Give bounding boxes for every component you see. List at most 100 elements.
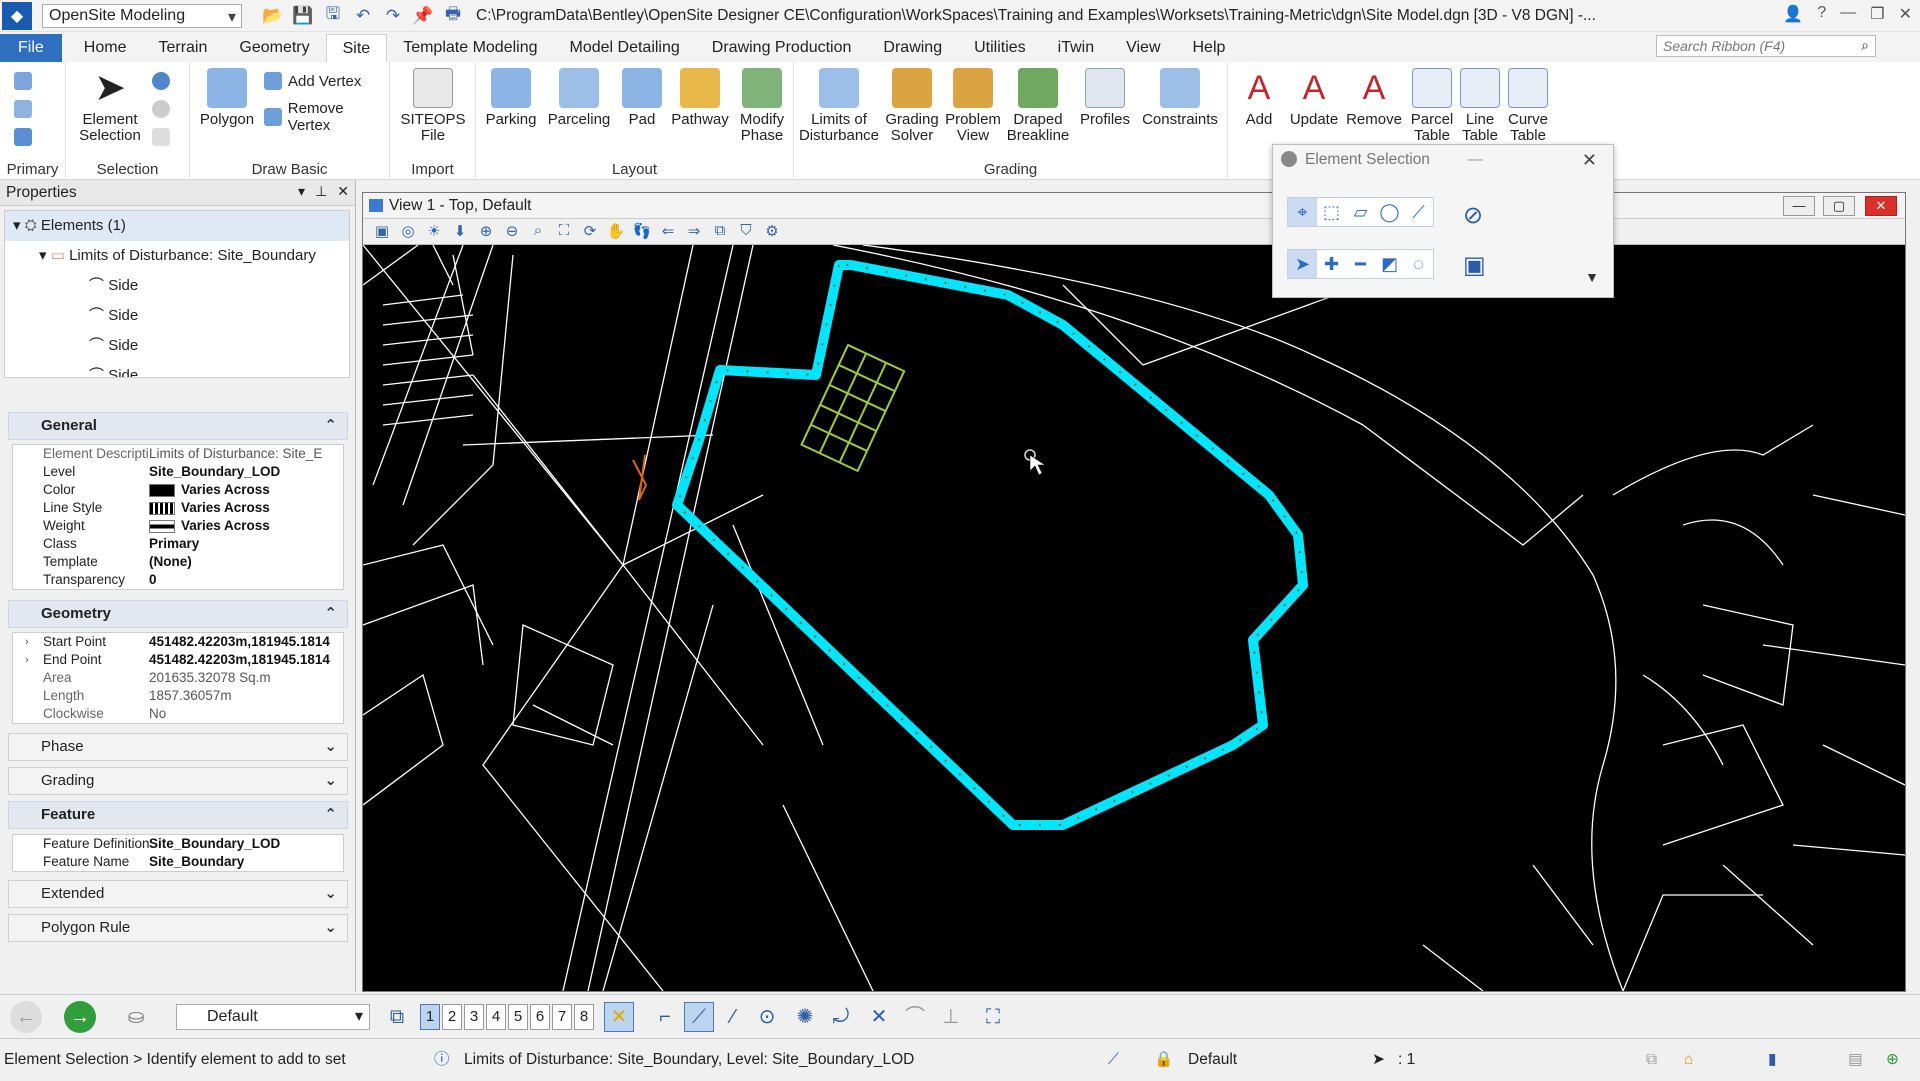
- line-table-button[interactable]: Line Table: [1458, 68, 1502, 144]
- pin-icon[interactable]: 📌: [410, 4, 436, 28]
- perpendicular-snap-icon[interactable]: ⊥: [936, 1002, 966, 1032]
- prop-row[interactable]: Weight Varies Across: [13, 517, 343, 535]
- open-icon[interactable]: 📂: [260, 4, 286, 28]
- profiles-button[interactable]: Profiles: [1074, 68, 1136, 128]
- tree-root[interactable]: ▾ ⛭ Elements (1): [5, 211, 349, 241]
- expand-icon[interactable]: ›: [25, 633, 29, 651]
- user-icon[interactable]: 👤: [1783, 4, 1803, 24]
- update-view-icon[interactable]: ⬇: [449, 222, 471, 242]
- redo-icon[interactable]: ↷: [380, 4, 406, 28]
- update-annotation-button[interactable]: A Update: [1286, 68, 1342, 128]
- prop-row[interactable]: › End Point 451482.42203m,181945.1814: [13, 651, 343, 669]
- rotate-view-icon[interactable]: ⟳: [579, 222, 601, 242]
- section-phase[interactable]: Phase ⌄: [8, 733, 348, 761]
- active-model-select[interactable]: Default: [176, 1004, 370, 1030]
- polygon-button[interactable]: Polygon: [196, 68, 258, 128]
- help-icon[interactable]: ?: [1817, 4, 1826, 24]
- tangent-point-snap-icon[interactable]: ⌒: [900, 1002, 930, 1032]
- fence-rect-icon[interactable]: [152, 128, 170, 146]
- snap-settings-icon[interactable]: ⛶: [978, 1002, 1008, 1032]
- problem-view-button[interactable]: Problem View: [944, 68, 1002, 144]
- add-annotation-button[interactable]: A Add: [1234, 68, 1284, 128]
- prop-row[interactable]: Area 201635.32078 Sq.m: [13, 669, 343, 687]
- pin-icon[interactable]: ⊥: [315, 183, 327, 200]
- view-4-button[interactable]: 4: [486, 1004, 506, 1030]
- view-minimize-icon[interactable]: —: [1783, 196, 1815, 216]
- home-icon[interactable]: ⌂: [1684, 1039, 1693, 1081]
- close-icon[interactable]: ✕: [337, 183, 349, 200]
- new-mode-icon[interactable]: ➤: [1288, 250, 1317, 278]
- prop-row[interactable]: Class Primary: [13, 535, 343, 553]
- walk-icon[interactable]: 👣: [631, 222, 653, 242]
- tree-side[interactable]: ⌒ Side: [5, 331, 349, 361]
- save-icon[interactable]: 💾: [290, 4, 316, 28]
- pad-button[interactable]: Pad: [616, 68, 668, 128]
- origin-snap-icon[interactable]: ✺: [790, 1002, 820, 1032]
- lock-icon[interactable]: 🔒: [1154, 1039, 1173, 1081]
- view-close-icon[interactable]: ✕: [1865, 196, 1897, 216]
- model-icon[interactable]: ⛀: [120, 1001, 152, 1033]
- fit-view-icon[interactable]: ⛶: [553, 222, 575, 242]
- center-snap-icon[interactable]: ⊙: [752, 1002, 782, 1032]
- section-extended[interactable]: Extended ⌄: [8, 880, 348, 908]
- messages-icon[interactable]: ▤: [1848, 1039, 1863, 1081]
- tab-home[interactable]: Home: [68, 34, 143, 62]
- tab-terrain[interactable]: Terrain: [142, 34, 223, 62]
- subtract-mode-icon[interactable]: ━: [1346, 250, 1375, 278]
- element-selection-button[interactable]: ➤ Element Selection: [72, 68, 148, 144]
- print-icon[interactable]: 🖶: [440, 4, 466, 28]
- keypoint-snap-icon[interactable]: ⌐: [650, 1002, 680, 1032]
- undo-icon[interactable]: ↶: [350, 4, 376, 28]
- draped-breakline-button[interactable]: Draped Breakline: [1004, 68, 1072, 144]
- tab-file[interactable]: File: [0, 34, 62, 62]
- tangent-snap-icon[interactable]: ⤾: [826, 1002, 856, 1032]
- clear-selection-icon[interactable]: ⊘: [1463, 201, 1483, 230]
- prop-row[interactable]: Level Site_Boundary_LOD: [13, 463, 343, 481]
- invert-mode-icon[interactable]: ◩: [1375, 250, 1404, 278]
- tab-geometry[interactable]: Geometry: [223, 34, 325, 62]
- view-groups-icon[interactable]: ⧉: [382, 1002, 412, 1032]
- lighting-icon[interactable]: ☀: [423, 222, 445, 242]
- prop-row[interactable]: Line Style Varies Across: [13, 499, 343, 517]
- prop-row[interactable]: Feature Definition Site_Boundary_LOD: [13, 835, 343, 853]
- info-icon[interactable]: ⓘ: [434, 1039, 450, 1081]
- back-icon[interactable]: ←: [10, 1001, 42, 1033]
- intersection-snap-icon[interactable]: ✕: [864, 1002, 894, 1032]
- prop-row[interactable]: Element Descripti Limits of Disturbance: …: [13, 445, 343, 463]
- view-7-button[interactable]: 7: [552, 1004, 572, 1030]
- tab-utilities[interactable]: Utilities: [958, 34, 1042, 62]
- modify-phase-button[interactable]: Modify Phase: [732, 68, 792, 144]
- view-5-button[interactable]: 5: [508, 1004, 528, 1030]
- add-vertex-button[interactable]: Add Vertex: [264, 72, 361, 90]
- select-all-icon[interactable]: ▣: [1463, 251, 1486, 280]
- zoom-in-icon[interactable]: ⊕: [475, 222, 497, 242]
- previous-view-icon[interactable]: ⇐: [657, 222, 679, 242]
- accudraw-icon[interactable]: ⟋: [1108, 1039, 1119, 1081]
- prop-row[interactable]: Clockwise No: [13, 705, 343, 723]
- tab-model-detailing[interactable]: Model Detailing: [554, 34, 696, 62]
- limits-of-disturbance-button[interactable]: Limits of Disturbance: [798, 68, 880, 144]
- drawing-canvas[interactable]: [363, 245, 1905, 991]
- individual-method-icon[interactable]: ⌖: [1288, 198, 1317, 226]
- view-maximize-icon[interactable]: ▢: [1823, 196, 1855, 216]
- remove-annotation-button[interactable]: A Remove: [1344, 68, 1404, 128]
- expand-icon[interactable]: ›: [25, 651, 29, 669]
- parking-button[interactable]: Parking: [480, 68, 542, 128]
- section-grading[interactable]: Grading ⌄: [8, 767, 348, 795]
- section-geometry[interactable]: Geometry ⌃: [8, 600, 348, 628]
- view-attributes-icon[interactable]: ▣: [371, 222, 393, 242]
- prop-row[interactable]: Length 1857.36057m: [13, 687, 343, 705]
- close-icon[interactable]: ✕: [1899, 4, 1912, 24]
- zoom-out-icon[interactable]: ⊖: [501, 222, 523, 242]
- view-3-button[interactable]: 3: [464, 1004, 484, 1030]
- design-file-icon[interactable]: ⧉: [1646, 1039, 1657, 1081]
- parcel-table-button[interactable]: Parcel Table: [1406, 68, 1458, 144]
- view-1-button[interactable]: 1: [420, 1004, 440, 1030]
- tree-side[interactable]: ⌒ Side: [5, 271, 349, 301]
- add-mode-icon[interactable]: ✚: [1317, 250, 1346, 278]
- prop-row[interactable]: › Start Point 451482.42203m,181945.1814: [13, 633, 343, 651]
- prop-row[interactable]: Transparency 0: [13, 571, 343, 589]
- siteops-file-button[interactable]: SITEOPS File: [400, 68, 466, 144]
- app-logo-icon[interactable]: ◆: [2, 1, 32, 30]
- parceling-button[interactable]: Parceling: [544, 68, 614, 128]
